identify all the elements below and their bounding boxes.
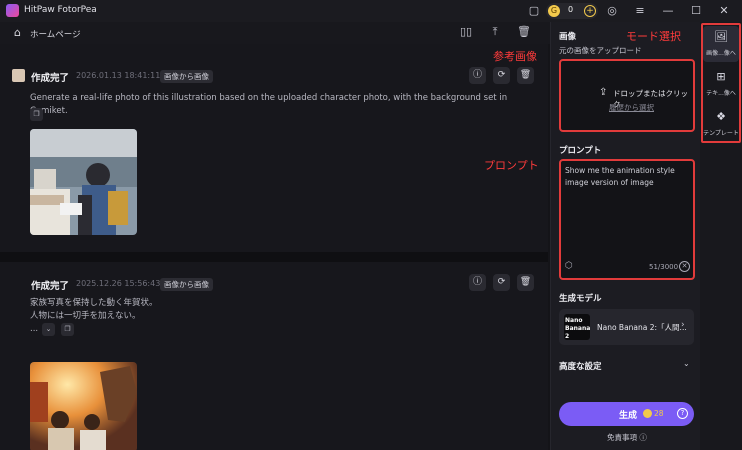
clear-prompt-icon[interactable]: ✕ <box>679 261 690 272</box>
result-thumbnail[interactable] <box>30 129 137 235</box>
history-card: 作成完了 2026.01.13 18:41:11 画像から画像 ⓘ ⟳ 🗑 Ge… <box>0 44 548 252</box>
mode-template[interactable]: ❖ テンプレート <box>703 106 739 142</box>
coin-icon: G <box>548 5 560 17</box>
advanced-settings-toggle[interactable]: 高度な設定 <box>559 360 602 372</box>
coin-icon <box>643 409 652 418</box>
home-link[interactable]: ホームページ <box>30 28 81 40</box>
select-from-history-link[interactable]: 履歴から選択 <box>609 102 654 113</box>
expand-icon[interactable]: ⌄ <box>42 323 55 336</box>
card-time: 2026.01.13 18:41:11 <box>76 71 161 80</box>
prompt-section-label: プロンプト <box>559 146 602 156</box>
card-ellipsis: ... <box>30 324 39 334</box>
upload-top-icon[interactable]: ⤒ <box>487 24 503 40</box>
prompt-input[interactable]: Show me the animation style image versio… <box>559 159 695 280</box>
toolbar: ⌂ ホームページ ▯▯ ⤒ 🗑 <box>0 22 550 44</box>
model-thumb-line: Banana 2 <box>565 325 591 340</box>
info-button[interactable]: ⓘ <box>469 274 486 291</box>
add-coins-icon[interactable]: + <box>584 5 596 17</box>
app-title: HitPaw FotorPea <box>24 5 97 15</box>
card-badge: 画像から画像 <box>160 70 213 83</box>
annotation-reference-image: 参考画像 <box>493 50 537 63</box>
maximize-icon[interactable]: ☐ <box>688 3 704 19</box>
title-bar: HitPaw FotorPea ▢ G 0 + ◎ ≡ — ☐ ✕ <box>0 0 742 22</box>
mode-image-to-image[interactable]: 🖼 画像...像へ <box>703 26 739 62</box>
mode-text-to-image[interactable]: ⊞ テキ...像へ <box>703 66 739 102</box>
annotation-mode-select: モード選択 <box>626 30 681 43</box>
result-thumbnail[interactable] <box>30 362 137 450</box>
card-badge: 画像から画像 <box>160 278 213 291</box>
image-icon: 🖼 <box>714 30 728 43</box>
coin-balance[interactable]: G 0 + <box>546 3 598 19</box>
prompt-text[interactable]: Show me the animation style image versio… <box>565 165 691 189</box>
text-image-icon: ⊞ <box>716 70 726 83</box>
delete-button[interactable]: 🗑 <box>517 274 534 291</box>
account-icon[interactable]: ◎ <box>604 3 620 19</box>
annotation-prompt: プロンプト <box>484 159 539 172</box>
generate-cost: 28 <box>654 409 664 418</box>
mode-label: 画像...像へ <box>706 50 736 57</box>
card-prompt: Generate a real-life photo of this illus… <box>30 93 508 116</box>
regenerate-button[interactable]: ⟳ <box>493 274 510 291</box>
upload-sublabel: 元の画像をアップロード <box>559 46 642 55</box>
model-selector[interactable]: Nano Banana 2 Nano Banana 2:「人間... › <box>559 309 694 345</box>
avatar <box>12 69 25 82</box>
mode-label: テンプレート <box>703 130 739 137</box>
image-section-label: 画像 <box>559 32 577 42</box>
card-separator <box>0 252 548 262</box>
result-image <box>30 129 137 235</box>
trash-icon[interactable]: 🗑 <box>516 24 532 40</box>
card-prompt-line: 家族写真を保持した動く年賀状。 <box>30 298 158 308</box>
chevron-right-icon: › <box>681 320 685 330</box>
model-thumb-line: Nano <box>565 317 583 324</box>
cube-icon[interactable]: ⬡ <box>565 261 573 271</box>
result-image <box>30 362 137 450</box>
generate-button[interactable]: 生成 28 ? <box>559 402 694 426</box>
delete-button[interactable]: 🗑 <box>517 67 534 84</box>
info-button[interactable]: ⓘ <box>469 67 486 84</box>
mode-sidebar: 🖼 画像...像へ ⊞ テキ...像へ ❖ テンプレート <box>700 22 742 450</box>
upload-dropzone[interactable]: ⇪ ドロップまたはクリック 履歴から選択 <box>559 59 695 132</box>
model-thumbnail: Nano Banana 2 <box>564 314 590 340</box>
prompt-char-count: 51/3000 <box>649 263 679 271</box>
card-status: 作成完了 <box>31 281 70 292</box>
copy-icon[interactable]: ❐ <box>61 323 74 336</box>
menu-icon[interactable]: ≡ <box>632 3 648 19</box>
generate-label: 生成 <box>619 411 638 421</box>
history-card: 作成完了 2025.12.26 15:56:43 画像から画像 ⓘ ⟳ 🗑 家族… <box>0 262 548 450</box>
close-icon[interactable]: ✕ <box>716 3 732 19</box>
home-icon[interactable]: ⌂ <box>14 26 21 39</box>
regenerate-button[interactable]: ⟳ <box>493 67 510 84</box>
chevron-down-icon[interactable]: ⌄ <box>683 359 690 368</box>
coin-count: 0 <box>568 5 574 14</box>
model-section-label: 生成モデル <box>559 294 602 304</box>
book-icon[interactable]: ▯▯ <box>458 24 474 40</box>
history-feed: 作成完了 2026.01.13 18:41:11 画像から画像 ⓘ ⟳ 🗑 Ge… <box>0 44 548 450</box>
settings-panel: 画像 元の画像をアップロード ⇪ ドロップまたはクリック 履歴から選択 プロンプ… <box>550 22 700 450</box>
copy-icon[interactable]: ❐ <box>30 108 43 121</box>
model-name: Nano Banana 2:「人間... <box>597 323 687 332</box>
disclaimer-link[interactable]: 免責事項 ⓘ <box>607 432 647 443</box>
mode-label: テキ...像へ <box>706 90 736 97</box>
upload-icon: ⇪ <box>599 87 608 98</box>
template-icon: ❖ <box>716 110 726 123</box>
minimize-icon[interactable]: — <box>660 3 676 19</box>
disclaimer-text: 免責事項 <box>607 433 637 442</box>
help-icon[interactable]: ? <box>677 408 688 419</box>
app-logo-icon <box>6 4 19 17</box>
chat-icon[interactable]: ▢ <box>526 3 542 19</box>
card-time: 2025.12.26 15:56:43 <box>76 279 161 288</box>
card-status: 作成完了 <box>31 73 70 84</box>
card-prompt-line: 人物には一切手を加えない。 <box>30 311 141 321</box>
